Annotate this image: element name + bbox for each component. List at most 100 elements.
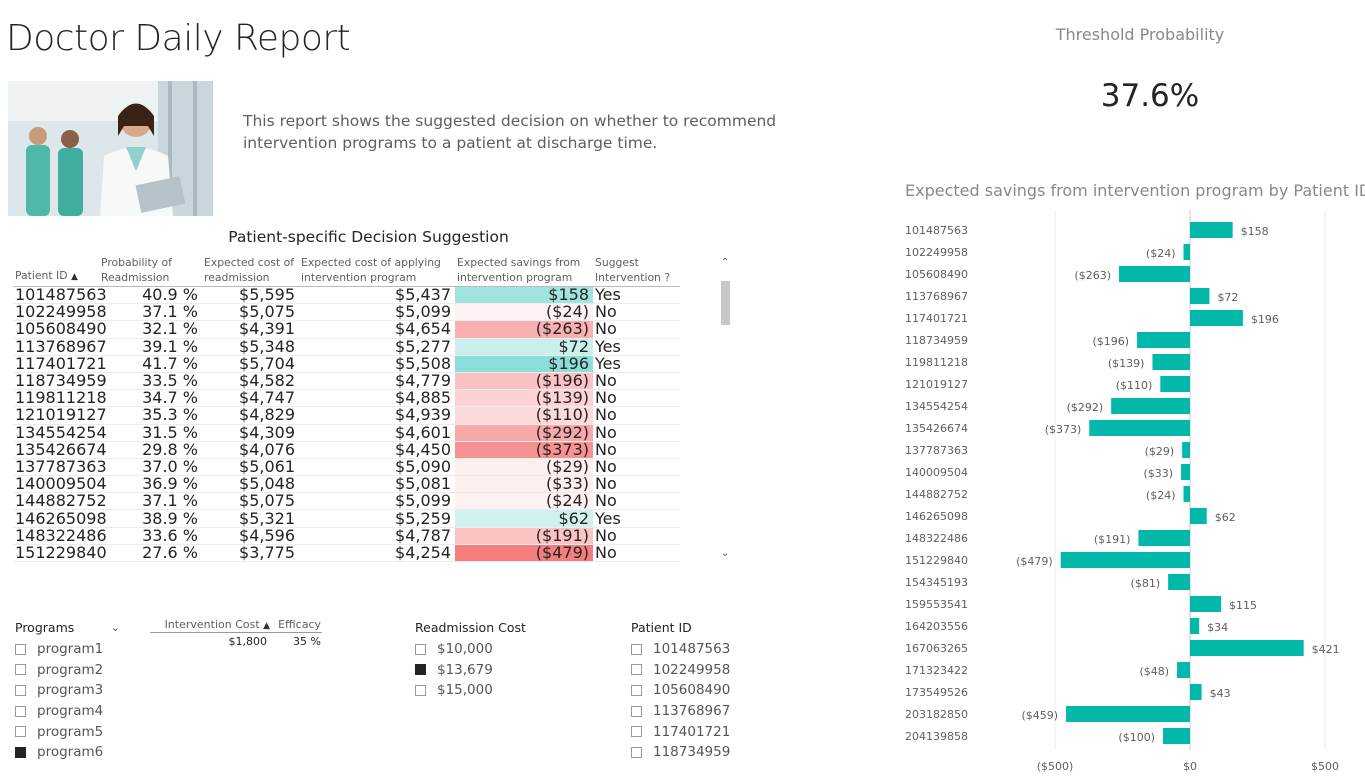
table-row[interactable]: 121019127 35.3 % $4,829 $4,939 ($110) No bbox=[13, 406, 680, 425]
patient-id-option[interactable]: 117401721 bbox=[631, 721, 781, 742]
patient-id-option[interactable]: 118734959 bbox=[631, 742, 781, 763]
y-category-label: 119811218 bbox=[905, 356, 968, 369]
patient-id-option[interactable]: 102249958 bbox=[631, 660, 781, 681]
patient-id-cell: 151229840 bbox=[13, 542, 107, 563]
cost-readmission-cell: $5,075 bbox=[202, 303, 299, 322]
probability-cell: 32.1 % bbox=[99, 320, 202, 339]
checkbox[interactable] bbox=[415, 684, 426, 696]
checkbox[interactable] bbox=[415, 664, 426, 676]
col-header-intervention-cost[interactable]: Intervention Cost ▲ bbox=[150, 618, 278, 631]
bar bbox=[1190, 310, 1243, 326]
col-header-cost-intervention[interactable]: Expected cost of applying intervention p… bbox=[299, 253, 455, 287]
checkbox[interactable] bbox=[631, 684, 642, 696]
patient-id-cell: 134554254 bbox=[13, 422, 107, 442]
checkbox[interactable] bbox=[15, 746, 26, 758]
checkbox[interactable] bbox=[631, 726, 642, 738]
program-option[interactable]: program6 bbox=[15, 742, 120, 763]
col-header-cost-readmission[interactable]: Expected cost of readmission bbox=[202, 253, 299, 287]
col-header-suggest[interactable]: Suggest Intervention ? bbox=[593, 253, 680, 287]
table-row[interactable]: 148322486 33.6 % $4,596 $4,787 ($191) No bbox=[13, 527, 680, 545]
probability-cell: 29.8 % bbox=[99, 441, 202, 459]
data-label: ($100) bbox=[1118, 731, 1155, 744]
suggest-cell: No bbox=[593, 492, 680, 511]
cost-readmission-cell: $4,829 bbox=[202, 406, 299, 425]
checkbox[interactable] bbox=[631, 664, 642, 676]
empty-cell bbox=[202, 561, 299, 570]
table-row[interactable]: 113768967 39.1 % $5,348 $5,277 $72 Yes bbox=[13, 338, 680, 356]
checkbox[interactable] bbox=[631, 746, 642, 758]
cost-readmission-cell: $5,048 bbox=[202, 475, 299, 494]
table-row[interactable]: 140009504 36.9 % $5,048 $5,081 ($33) No bbox=[13, 474, 680, 494]
data-label: ($24) bbox=[1146, 247, 1176, 260]
patient-id-option[interactable]: 113768967 bbox=[631, 701, 781, 722]
suggest-cell: Yes bbox=[593, 286, 680, 305]
readmission-cost-option[interactable]: $15,000 bbox=[415, 680, 565, 701]
checkbox[interactable] bbox=[631, 643, 642, 655]
table-row[interactable]: 137787363 37.0 % $5,061 $5,090 ($29) No bbox=[13, 456, 680, 477]
col-header-savings[interactable]: Expected savings from intervention progr… bbox=[455, 253, 593, 287]
checkbox[interactable] bbox=[415, 643, 426, 655]
cost-intervention-cell: $4,601 bbox=[299, 424, 455, 442]
data-label: ($459) bbox=[1021, 709, 1058, 722]
empty-cell bbox=[13, 561, 99, 570]
patient-id-slicer: Patient ID 101487563 102249958 105608490 11… bbox=[631, 620, 781, 763]
col-header-patient-id[interactable]: Patient ID ▲ bbox=[13, 253, 99, 287]
suggest-cell: Yes bbox=[593, 338, 680, 356]
data-label: ($196) bbox=[1093, 335, 1130, 348]
probability-cell: 34.7 % bbox=[99, 389, 202, 408]
cost-intervention-cell: $5,437 bbox=[299, 286, 455, 305]
probability-cell: 39.1 % bbox=[99, 338, 202, 356]
program-option[interactable]: program2 bbox=[15, 660, 120, 681]
checkbox[interactable] bbox=[15, 684, 26, 696]
probability-cell: 40.9 % bbox=[99, 286, 202, 305]
data-label: ($292) bbox=[1067, 401, 1104, 414]
checkbox[interactable] bbox=[15, 664, 26, 676]
table-row[interactable]: 118734959 33.5 % $4,582 $4,779 ($196) No bbox=[13, 372, 680, 391]
y-category-label: 154345193 bbox=[905, 576, 968, 589]
table-row[interactable]: 117401721 41.7 % $5,704 $5,508 $196 Yes bbox=[13, 355, 680, 373]
probability-cell: 31.5 % bbox=[99, 424, 202, 442]
cost-readmission-cell: $4,747 bbox=[202, 389, 299, 408]
bar bbox=[1152, 354, 1190, 370]
patient-id-cell: 105608490 bbox=[13, 319, 107, 339]
cost-intervention-cell: $4,939 bbox=[299, 406, 455, 425]
checkbox[interactable] bbox=[15, 726, 26, 738]
table-row[interactable]: 146265098 38.9 % $5,321 $5,259 $62 Yes bbox=[13, 509, 680, 528]
patient-id-option[interactable]: 101487563 bbox=[631, 639, 781, 660]
suggest-cell: No bbox=[593, 441, 680, 459]
readmission-cost-option[interactable]: $10,000 bbox=[415, 639, 565, 660]
table-row[interactable]: 105608490 32.1 % $4,391 $4,654 ($263) No bbox=[13, 319, 680, 339]
patient-id-option[interactable]: 105608490 bbox=[631, 680, 781, 701]
checkbox[interactable] bbox=[631, 705, 642, 717]
readmission-cost-option[interactable]: $13,679 bbox=[415, 660, 565, 681]
y-category-label: 140009504 bbox=[905, 466, 968, 479]
patient-id-cell: 137787363 bbox=[13, 456, 107, 477]
table-row[interactable]: 119811218 34.7 % $4,747 $4,885 ($139) No bbox=[13, 389, 680, 408]
cost-intervention-cell: $4,654 bbox=[299, 320, 455, 339]
col-header-probability[interactable]: Probability of Readmission bbox=[99, 253, 202, 287]
scroll-thumb[interactable] bbox=[721, 281, 730, 325]
readmission-cost-option-label: $10,000 bbox=[437, 641, 493, 658]
program-option[interactable]: program1 bbox=[15, 639, 120, 660]
chart-title: Expected savings from intervention progr… bbox=[905, 181, 1365, 200]
table-row[interactable]: 134554254 31.5 % $4,309 $4,601 ($292) No bbox=[13, 422, 680, 442]
table-scrollbar[interactable]: ⌃ ⌄ bbox=[720, 253, 732, 570]
scroll-down-icon[interactable]: ⌄ bbox=[721, 548, 729, 559]
bar bbox=[1183, 244, 1190, 260]
chevron-down-icon[interactable]: ⌄ bbox=[111, 621, 120, 634]
program-option[interactable]: program4 bbox=[15, 701, 120, 722]
program-option[interactable]: program5 bbox=[15, 721, 120, 742]
table-row[interactable]: 144882752 37.1 % $5,075 $5,099 ($24) No bbox=[13, 492, 680, 511]
checkbox[interactable] bbox=[15, 643, 26, 655]
table-row[interactable]: 135426674 29.8 % $4,076 $4,450 ($373) No bbox=[13, 441, 680, 459]
scroll-up-icon[interactable]: ⌃ bbox=[721, 257, 729, 268]
cost-readmission-cell: $5,061 bbox=[202, 458, 299, 477]
checkbox[interactable] bbox=[15, 705, 26, 717]
table-row[interactable]: 101487563 40.9 % $5,595 $5,437 $158 Yes bbox=[13, 286, 680, 305]
program-option[interactable]: program3 bbox=[15, 680, 120, 701]
table-row[interactable]: 102249958 37.1 % $5,075 $5,099 ($24) No bbox=[13, 303, 680, 322]
col-header-efficacy[interactable]: Efficacy bbox=[278, 618, 322, 631]
patient-id-cell: 140009504 bbox=[13, 474, 107, 494]
bar bbox=[1066, 706, 1190, 722]
table-row[interactable]: 151229840 27.6 % $3,775 $4,254 ($479) No bbox=[13, 542, 680, 563]
